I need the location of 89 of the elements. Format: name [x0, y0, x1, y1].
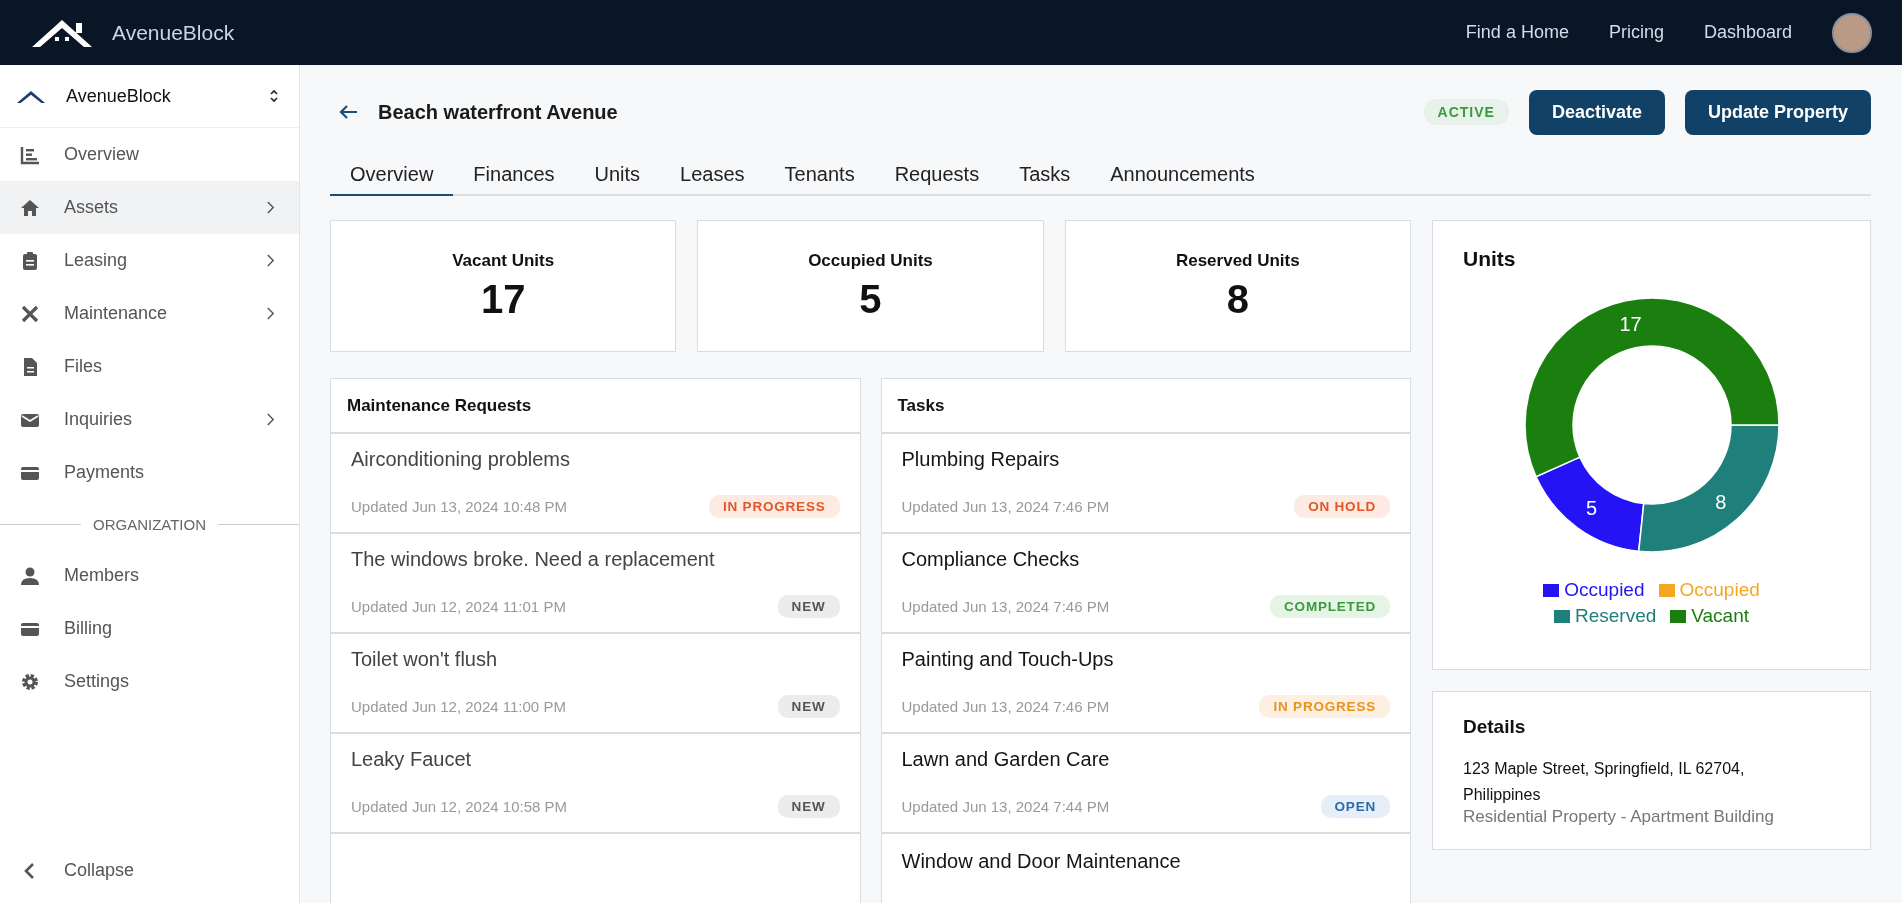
status-badge: IN PROGRESS: [708, 495, 840, 518]
clipboard-icon: [20, 250, 40, 271]
list-row[interactable]: Lawn and Garden Care Updated Jun 13, 2024 7:44 PM OPEN: [881, 734, 1410, 834]
action-button[interactable]: Update Property: [1684, 89, 1871, 135]
row-title: Airconditioning problems: [351, 448, 571, 471]
card-title: Units: [1463, 247, 1516, 271]
sidebar-item[interactable]: Overview: [0, 128, 299, 181]
row-title: Lawn and Garden Care: [901, 748, 1111, 771]
legend-item[interactable]: Occupied: [1543, 579, 1645, 601]
tab[interactable]: Tenants: [764, 155, 875, 196]
list-row[interactable]: Plumbing Repairs Updated Jun 13, 2024 7:46 PM ON HOLD: [881, 434, 1410, 534]
stat-label: Vacant Units: [452, 250, 555, 271]
list-row[interactable]: Window and Door Maintenance: [881, 834, 1410, 903]
tab[interactable]: Tasks: [999, 155, 1091, 196]
section-label: ORGANIZATION: [92, 515, 207, 533]
list-row[interactable]: Compliance Checks Updated Jun 13, 2024 7:46 PM COMPLETED: [881, 534, 1410, 634]
list-row[interactable]: Toilet won't flush Updated Jun 12, 2024 11:00 PM NEW: [331, 634, 860, 734]
home-icon: [20, 197, 40, 218]
sidebar-item[interactable]: Leasing: [0, 234, 299, 287]
list-title: Tasks: [897, 395, 945, 416]
property-type: Residential Property - Apartment Building: [1463, 807, 1775, 828]
updated-date: Updated Jun 12, 2024 11:00 PM: [351, 698, 566, 715]
row-title: The windows broke. Need a replacement: [351, 548, 716, 571]
row-title: Painting and Touch-Ups: [901, 648, 1115, 671]
updated-date: Updated Jun 13, 2024 10:48 PM: [351, 498, 567, 515]
list-row[interactable]: The windows broke. Need a replacement Updated Jun 12, 2024 11:01 PM NEW: [331, 534, 860, 634]
updated-date: Updated Jun 13, 2024 7:44 PM: [901, 798, 1110, 815]
row-title: Leaky Faucet: [351, 748, 473, 771]
status-badge: COMPLETED: [1270, 595, 1390, 618]
sidebar-item[interactable]: Payments: [0, 446, 299, 499]
status-badge: NEW: [777, 595, 840, 618]
status-badge: NEW: [777, 795, 840, 818]
chart-icon: [20, 144, 40, 165]
status-badge: OPEN: [1320, 795, 1390, 818]
sidebar-item[interactable]: Billing: [0, 602, 299, 655]
updated-date: Updated Jun 13, 2024 7:46 PM: [901, 498, 1110, 515]
slice-label: 17: [1618, 313, 1642, 336]
chevron-up-down-icon[interactable]: [269, 88, 279, 104]
stat-value: 17: [480, 276, 526, 322]
collapse-button[interactable]: Collapse: [0, 844, 299, 897]
tab[interactable]: Units: [574, 155, 661, 196]
tab[interactable]: Requests: [874, 155, 1000, 196]
list-title: Maintenance Requests: [347, 395, 532, 416]
stat-value: 8: [1226, 276, 1249, 322]
legend-item[interactable]: Vacant: [1670, 605, 1750, 627]
stat-label: Reserved Units: [1175, 250, 1300, 271]
back-arrow-icon[interactable]: [338, 104, 358, 120]
status-badge: NEW: [777, 695, 840, 718]
legend-item[interactable]: Reserved: [1553, 605, 1657, 627]
updated-date: Updated Jun 13, 2024 7:46 PM: [901, 698, 1110, 715]
tab[interactable]: Overview: [330, 155, 454, 196]
avatar[interactable]: [1832, 12, 1872, 53]
sidebar-item[interactable]: Assets: [0, 181, 299, 234]
address-text: 123 Maple Street, Springfield, IL 62704, Philippines: [1463, 759, 1746, 805]
settings-icon: [20, 671, 40, 692]
status-badge: IN PROGRESS: [1259, 695, 1390, 718]
sidebar-item[interactable]: Maintenance: [0, 287, 299, 340]
updated-date: Updated Jun 13, 2024 7:46 PM: [901, 598, 1110, 615]
workspace-name[interactable]: AvenueBlock: [66, 85, 249, 107]
row-title: Compliance Checks: [901, 548, 1081, 571]
card-title: Details: [1463, 716, 1526, 738]
row-title: Plumbing Repairs: [901, 448, 1061, 471]
sidebar-item[interactable]: Inquiries: [0, 393, 299, 446]
status-badge: ON HOLD: [1294, 495, 1390, 518]
stat-label: Occupied Units: [808, 250, 933, 271]
slice-label: 8: [1714, 490, 1726, 513]
sidebar-item[interactable]: Settings: [0, 655, 299, 708]
person-icon: [20, 565, 40, 586]
nav-link[interactable]: Dashboard: [1703, 22, 1792, 43]
tab[interactable]: Leases: [660, 155, 765, 196]
row-title: Toilet won't flush: [351, 648, 499, 671]
sidebar-item[interactable]: Members: [0, 549, 299, 602]
tab[interactable]: Announcements: [1090, 155, 1275, 196]
updated-date: Updated Jun 12, 2024 11:01 PM: [351, 598, 566, 615]
tab[interactable]: Finances: [453, 155, 575, 196]
list-row[interactable]: Painting and Touch-Ups Updated Jun 13, 2024 7:46 PM IN PROGRESS: [881, 634, 1410, 734]
nav-link[interactable]: Find a Home: [1465, 22, 1569, 43]
brand-name[interactable]: AvenueBlock: [112, 20, 235, 45]
slice-label: 5: [1585, 497, 1597, 520]
list-row[interactable]: Airconditioning problems Updated Jun 13, 2024 10:48 PM IN PROGRESS: [331, 434, 860, 534]
nav-link[interactable]: Pricing: [1608, 22, 1664, 43]
status-badge: ACTIVE: [1423, 99, 1509, 125]
page-title: Beach waterfront Avenue: [378, 100, 618, 124]
stat-value: 5: [859, 276, 882, 322]
action-button[interactable]: Deactivate: [1528, 89, 1665, 135]
updated-date: Updated Jun 12, 2024 10:58 PM: [351, 798, 567, 815]
row-title: Window and Door Maintenance: [901, 850, 1182, 873]
sidebar-item[interactable]: Files: [0, 340, 299, 393]
list-row[interactable]: Leaky Faucet Updated Jun 12, 2024 10:58 PM NEW: [331, 734, 860, 834]
